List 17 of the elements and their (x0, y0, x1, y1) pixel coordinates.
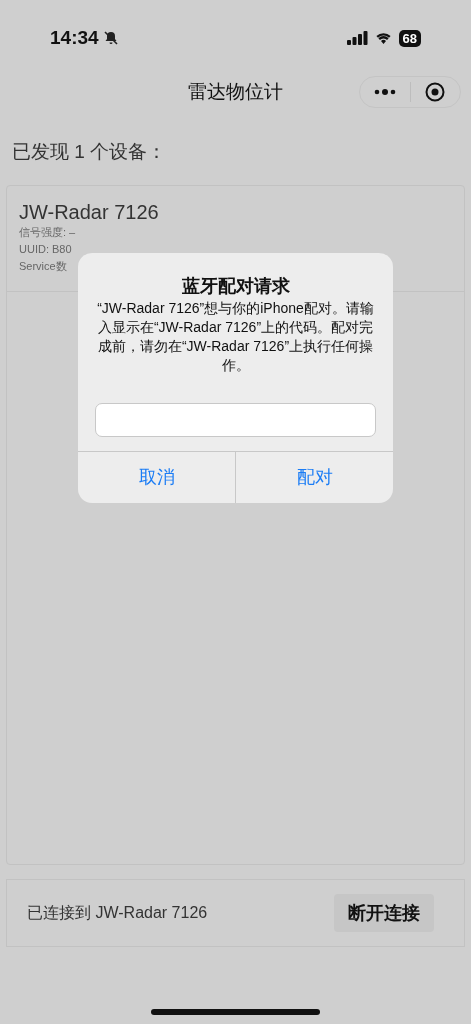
disconnect-button[interactable]: 断开连接 (334, 894, 434, 932)
dialog-button[interactable]: 取消 (78, 452, 235, 503)
status-time: 14:34 (50, 25, 99, 50)
device-detail: UUID: B80 (19, 242, 72, 257)
device-detail: Service数 (19, 259, 67, 274)
dialog-button[interactable]: 配对 (235, 452, 393, 503)
connection-status: 已连接到 JW-Radar 7126 (27, 903, 208, 923)
target-icon (425, 82, 446, 102)
device-name: JW-Radar 7126 (19, 200, 160, 224)
passcode-field[interactable] (95, 403, 376, 437)
device-detail: 信号强度: – (19, 225, 76, 240)
page-title: 雷达物位计 (188, 79, 283, 104)
found-label: 已发现 1 个设备： (12, 139, 167, 164)
signal-icon (346, 31, 368, 45)
dialog-message: “JW-Radar 7126”想与你的iPhone配对。请输入显示在“JW-Radar 7126”上的代码。配对完成前，请勿在“JW-Radar 7126”上执行任何操作。 (96, 299, 375, 375)
battery-indicator: 68 (398, 29, 421, 47)
more-icon (373, 89, 396, 95)
